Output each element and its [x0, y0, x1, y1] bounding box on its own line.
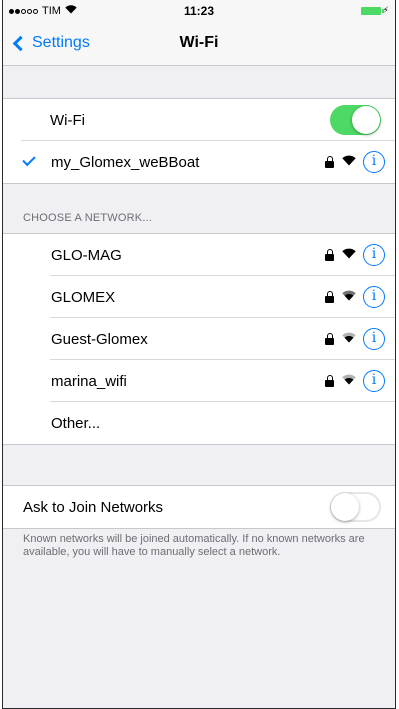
status-bar: TIM 11:23 ⚡	[3, 0, 395, 22]
ask-join-label: Ask to Join Networks	[23, 498, 164, 516]
ask-join-toggle[interactable]	[330, 492, 381, 522]
navigation-bar: Settings Wi-Fi	[3, 22, 395, 66]
battery-icon	[361, 7, 384, 15]
lock-icon	[325, 156, 335, 168]
wifi-signal-icon	[342, 246, 356, 264]
network-name: GLOMEX	[51, 288, 116, 306]
other-network-row[interactable]: Other...	[3, 402, 395, 444]
ask-join-footer: Known networks will be joined automatica…	[23, 533, 365, 558]
wifi-toggle-row: Wi-Fi	[3, 99, 395, 141]
choose-network-header: CHOOSE A NETWORK...	[23, 212, 153, 224]
lock-icon	[325, 249, 335, 261]
ask-join-section: Ask to Join Networks	[3, 485, 395, 529]
lock-icon	[325, 333, 335, 345]
info-icon[interactable]: i	[363, 328, 385, 350]
phone-screen: TIM 11:23 ⚡ Settings Wi-Fi Wi-Fi my_Glom…	[2, 0, 396, 709]
network-row[interactable]: Guest-Glomex i	[3, 318, 395, 360]
lock-icon	[325, 291, 335, 303]
network-row[interactable]: GLO-MAG i	[3, 234, 395, 276]
wifi-label: Wi-Fi	[50, 111, 85, 129]
wifi-signal-icon	[342, 330, 356, 348]
network-list: GLO-MAG i GLOMEX i Guest-Glomex i marina…	[3, 233, 395, 445]
network-name: GLO-MAG	[51, 246, 122, 264]
page-title: Wi-Fi	[179, 34, 219, 51]
checkmark-icon	[22, 152, 36, 167]
lock-icon	[325, 375, 335, 387]
connected-network-row[interactable]: my_Glomex_weBBoat i	[3, 141, 395, 183]
wifi-signal-icon	[342, 153, 356, 171]
other-network-label: Other...	[51, 414, 101, 432]
ask-join-row: Ask to Join Networks	[3, 486, 395, 528]
info-icon[interactable]: i	[363, 286, 385, 308]
network-name: marina_wifi	[51, 372, 127, 390]
charging-bolt-icon: ⚡	[382, 5, 389, 15]
wifi-signal-icon	[342, 288, 356, 306]
info-icon[interactable]: i	[363, 370, 385, 392]
wifi-toggle[interactable]	[330, 105, 381, 135]
network-row[interactable]: marina_wifi i	[3, 360, 395, 402]
info-icon[interactable]: i	[363, 151, 385, 173]
status-time: 11:23	[183, 4, 215, 18]
toggle-knob	[352, 106, 380, 134]
info-icon[interactable]: i	[363, 244, 385, 266]
network-row[interactable]: GLOMEX i	[3, 276, 395, 318]
network-name: Guest-Glomex	[51, 330, 148, 348]
connected-network-name: my_Glomex_weBBoat	[51, 153, 200, 171]
wifi-signal-icon	[342, 372, 356, 390]
wifi-section: Wi-Fi my_Glomex_weBBoat i	[3, 98, 395, 184]
toggle-knob	[331, 493, 359, 521]
